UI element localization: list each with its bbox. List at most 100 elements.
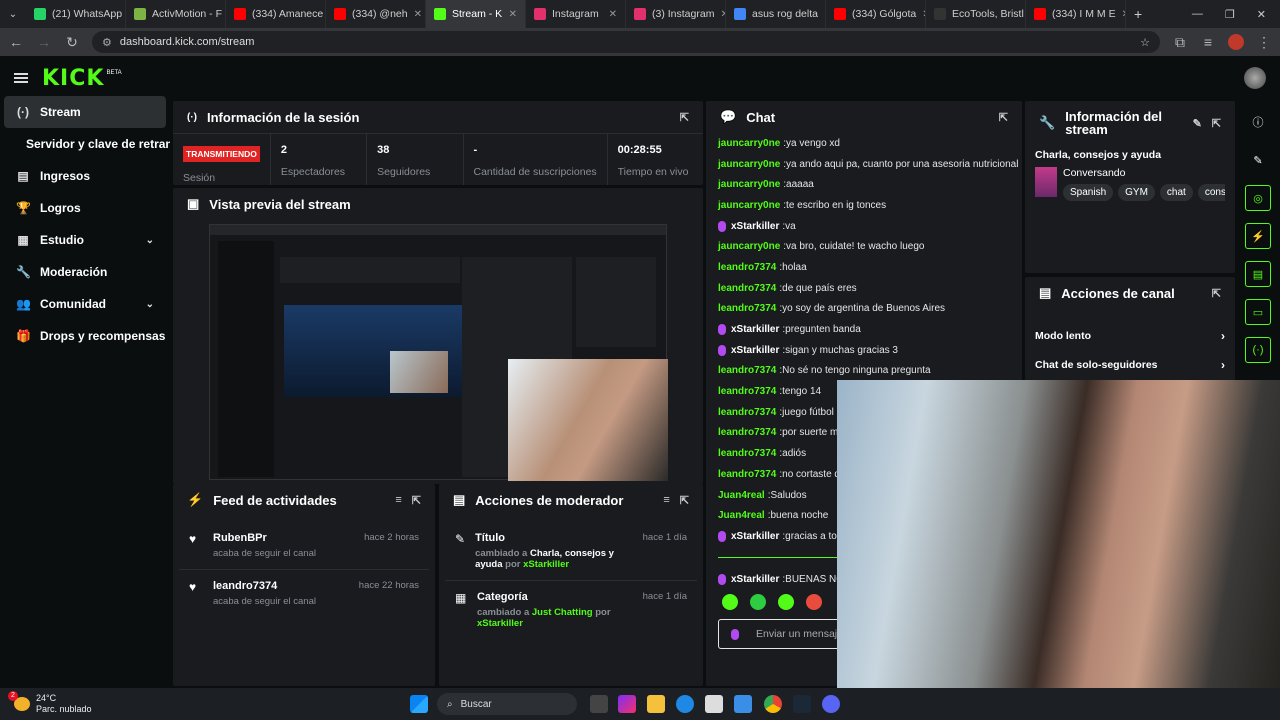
emote-icon[interactable] [722, 594, 738, 611]
site-info-icon[interactable]: ⚙ [102, 36, 112, 49]
chat-username[interactable]: jauncarry0ne [718, 179, 780, 190]
kick-logo[interactable]: KICK [42, 66, 104, 91]
chat-username[interactable]: jauncarry0ne [718, 200, 780, 211]
sidebar-item[interactable]: ▤ Ingresos [0, 160, 170, 192]
back-icon[interactable]: ← [8, 34, 24, 50]
sidebar-item[interactable]: 👥 Comunidad ⌄ [0, 288, 170, 320]
file-explorer-icon[interactable] [647, 695, 665, 713]
tag-chip[interactable]: GYM [1118, 184, 1155, 201]
sidebar-item[interactable]: Servidor y clave de retransmisión [0, 128, 170, 160]
chat-username[interactable]: leandro7374 [718, 303, 776, 314]
restore-icon[interactable]: ❐ [1225, 8, 1235, 21]
close-window-icon[interactable]: ✕ [1257, 8, 1266, 21]
chevron-down-icon[interactable]: ⌄ [146, 299, 154, 310]
chat-icon[interactable]: ▭ [1245, 299, 1271, 325]
edit-icon[interactable]: ✎ [1245, 147, 1271, 173]
chat-username[interactable]: leandro7374 [718, 448, 776, 459]
profile-icon[interactable] [1228, 34, 1244, 50]
popout-icon[interactable]: ⇱ [1212, 117, 1221, 130]
chat-username[interactable]: jauncarry0ne [718, 138, 780, 149]
browser-tab[interactable]: (334) @neh ✕ [326, 0, 426, 28]
url-field[interactable]: ⚙ dashboard.kick.com/stream ☆ [92, 31, 1160, 53]
bolt-icon[interactable]: ⚡ [1245, 223, 1271, 249]
popout-icon[interactable]: ⇱ [999, 111, 1008, 124]
edge-icon[interactable] [676, 695, 694, 713]
mod-by[interactable]: xStarkiller [523, 559, 569, 570]
chat-username[interactable]: jauncarry0ne [718, 241, 780, 252]
task-view-icon[interactable] [590, 695, 608, 713]
browser-tab[interactable]: (3) Instagram✕ [626, 0, 726, 28]
feed-user[interactable]: leandro7374 [213, 580, 316, 592]
tag-chip[interactable]: chat [1159, 184, 1193, 201]
chat-username[interactable]: leandro7374 [718, 427, 776, 438]
category-name[interactable]: Conversando [1063, 167, 1225, 179]
sidebar-item[interactable]: 🎁 Drops y recompensas [0, 320, 170, 352]
copilot-icon[interactable] [618, 695, 636, 713]
browser-tab[interactable]: asus rog delta✕ [726, 0, 826, 28]
media-icon[interactable]: ≡ [1200, 34, 1216, 50]
forward-icon[interactable]: → [36, 34, 52, 50]
chat-username[interactable]: xStarkiller [731, 531, 779, 542]
sidebar-item[interactable]: (·) Stream [4, 96, 166, 128]
document-icon[interactable]: ▤ [1245, 261, 1271, 287]
chat-username[interactable]: Juan4real [718, 490, 765, 501]
filter-icon[interactable]: ≡ [663, 494, 669, 506]
browser-tab[interactable]: (21) WhatsApp✕ [26, 0, 126, 28]
slow-mode-row[interactable]: Modo lento › [1025, 321, 1235, 350]
browser-tab[interactable]: EcoTools, Bristl✕ [926, 0, 1026, 28]
popout-icon[interactable]: ⇱ [412, 494, 421, 507]
chat-username[interactable]: jauncarry0ne [718, 159, 780, 170]
weather-widget[interactable]: 2 24°C Parc. nublado [0, 691, 92, 715]
feed-user[interactable]: RubenBPr [213, 532, 316, 544]
chat-username[interactable]: xStarkiller [731, 574, 779, 585]
browser-tab[interactable]: (334) Gólgota✕ [826, 0, 926, 28]
tag-chip[interactable]: Spanish [1063, 184, 1114, 201]
minimize-icon[interactable]: — [1192, 8, 1203, 21]
hamburger-menu-icon[interactable] [14, 73, 28, 83]
browser-tab[interactable]: Stream - K ✕ [426, 0, 526, 28]
category-thumbnail[interactable] [1035, 167, 1057, 197]
steam-icon[interactable] [793, 695, 811, 713]
sidebar-item[interactable]: 🔧 Moderación [0, 256, 170, 288]
emote-icon[interactable] [750, 594, 766, 611]
close-tab-icon[interactable]: ✕ [414, 9, 422, 20]
emote-icon[interactable] [806, 594, 822, 611]
extensions-icon[interactable]: ⧉ [1172, 34, 1188, 51]
chat-username[interactable]: xStarkiller [731, 345, 779, 356]
filter-icon[interactable]: ≡ [395, 494, 401, 506]
windows-start-icon[interactable] [410, 695, 428, 713]
popout-icon[interactable]: ⇱ [1212, 287, 1221, 300]
chat-username[interactable]: leandro7374 [718, 407, 776, 418]
browser-tab[interactable]: ActivMotion - F✕ [126, 0, 226, 28]
chat-username[interactable]: leandro7374 [718, 365, 776, 376]
user-avatar[interactable] [1244, 67, 1266, 89]
chat-username[interactable]: Juan4real [718, 510, 765, 521]
new-tab-button[interactable]: + [1126, 6, 1150, 22]
chat-username[interactable]: leandro7374 [718, 283, 776, 294]
chat-username[interactable]: leandro7374 [718, 262, 776, 273]
bookmark-star-icon[interactable]: ☆ [1140, 36, 1150, 49]
sidebar-item[interactable]: ▦ Estudio ⌄ [0, 224, 170, 256]
chat-username[interactable]: leandro7374 [718, 469, 776, 480]
tag-chip[interactable]: consejos [1197, 184, 1225, 201]
chat-username[interactable]: xStarkiller [731, 324, 779, 335]
reload-icon[interactable]: ↻ [64, 34, 80, 51]
mod-by[interactable]: xStarkiller [477, 618, 523, 629]
tab-search-icon[interactable]: ⌄ [0, 9, 26, 20]
taskbar-search[interactable]: ⌕ Buscar [437, 693, 577, 715]
edit-icon[interactable]: ✎ [1193, 117, 1202, 130]
clip-icon[interactable]: ◎ [1245, 185, 1271, 211]
sidebar-item[interactable]: 🏆 Logros [0, 192, 170, 224]
followers-only-row[interactable]: Chat de solo-seguidores › [1025, 350, 1235, 379]
close-tab-icon[interactable]: ✕ [609, 9, 617, 20]
chat-username[interactable]: xStarkiller [731, 221, 779, 232]
stream-preview-video[interactable] [209, 224, 668, 481]
browser-tab[interactable]: (334) Amanece✕ [226, 0, 326, 28]
close-tab-icon[interactable]: ✕ [509, 9, 517, 20]
info-icon[interactable]: ⓘ [1245, 109, 1271, 135]
store-icon[interactable] [705, 695, 723, 713]
broadcast-icon[interactable]: (·) [1245, 337, 1271, 363]
popout-icon[interactable]: ⇱ [680, 111, 689, 124]
emote-icon[interactable] [778, 594, 794, 611]
chevron-down-icon[interactable]: ⌄ [146, 235, 154, 246]
